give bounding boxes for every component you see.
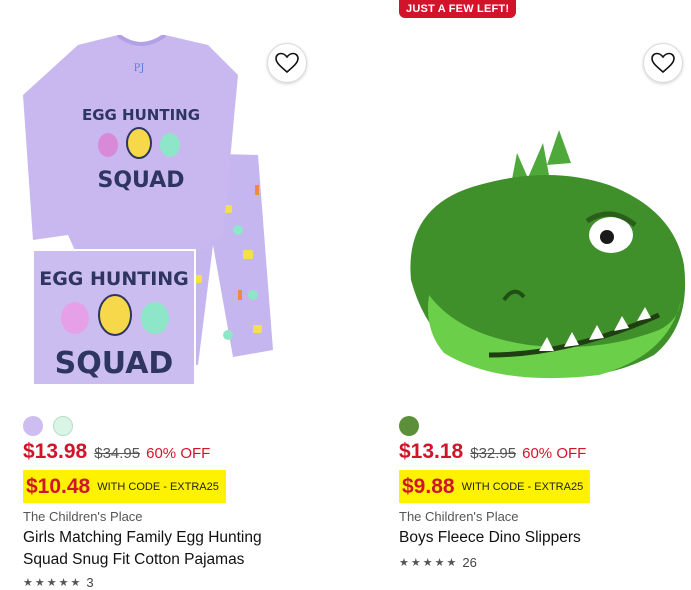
code-price: $10.48	[26, 474, 91, 498]
code-text: WITH CODE - EXTRA25	[97, 480, 219, 493]
star-icon: ★	[446, 556, 457, 569]
star-icon: ★	[70, 576, 81, 589]
star-icon: ★	[399, 556, 409, 569]
low-stock-badge: JUST A FEW LEFT!	[399, 0, 517, 18]
product-title[interactable]: Girls Matching Family Egg Hunting Squad …	[23, 527, 303, 571]
product-card[interactable]: JUST A FEW LEFT! $13.18 $32.95 60% OFF $…	[399, 0, 691, 585]
brand-name: The Children's Place	[399, 509, 519, 524]
star-icon: ★	[410, 556, 421, 569]
swatch-mint[interactable]	[53, 416, 73, 436]
favorite-button[interactable]	[643, 43, 683, 83]
product-image[interactable]: PJ EGG HUNTING SQUAD EGG HUNTING SQUAD	[23, 33, 313, 395]
rating: ★ ★ ★ ★ ★ 26	[399, 555, 477, 570]
discount-label: 60% OFF	[522, 445, 587, 462]
star-icon: ★	[422, 556, 433, 569]
product-title[interactable]: Boys Fleece Dino Slippers	[399, 527, 679, 549]
rating-count: 3	[86, 575, 94, 590]
star-icon: ★	[434, 556, 445, 569]
code-text: WITH CODE - EXTRA25	[461, 480, 584, 493]
sale-price: $13.18	[399, 440, 464, 463]
original-price: $32.95	[470, 445, 517, 462]
svg-text:PJ: PJ	[134, 63, 145, 74]
rating: ★ ★ ★ ★ ★ 3	[23, 575, 94, 590]
pajamas-illustration: PJ EGG HUNTING SQUAD EGG HUNTING SQUAD	[23, 33, 273, 386]
svg-text:EGG HUNTING: EGG HUNTING	[39, 268, 189, 290]
swatch-lavender[interactable]	[23, 416, 43, 436]
price-row: $13.98 $34.95 60% OFF	[23, 440, 210, 464]
color-swatches	[399, 416, 419, 436]
dino-slipper-illustration	[410, 130, 686, 379]
heart-outline-icon	[275, 52, 299, 74]
original-price: $34.95	[94, 445, 141, 462]
heart-outline-icon	[651, 52, 675, 74]
price-row: $13.18 $32.95 60% OFF	[399, 440, 586, 464]
favorite-button[interactable]	[267, 43, 307, 83]
promo-code-row: $9.88 WITH CODE - EXTRA25	[399, 470, 591, 503]
star-icon: ★	[58, 576, 69, 589]
product-card[interactable]: PJ EGG HUNTING SQUAD EGG HUNTING SQUAD $…	[23, 0, 323, 590]
brand-name: The Children's Place	[23, 509, 143, 524]
rating-count: 26	[462, 555, 477, 570]
svg-text:SQUAD: SQUAD	[55, 346, 174, 381]
star-icon: ★	[23, 576, 33, 589]
promo-code-row: $10.48 WITH CODE - EXTRA25	[23, 470, 226, 503]
star-icon: ★	[34, 576, 45, 589]
sale-price: $13.98	[23, 440, 88, 463]
star-icon: ★	[46, 576, 57, 589]
product-image[interactable]	[399, 35, 689, 395]
svg-text:EGG HUNTING: EGG HUNTING	[82, 106, 200, 124]
swatch-green[interactable]	[399, 416, 419, 436]
code-price: $9.88	[402, 474, 455, 498]
svg-text:SQUAD: SQUAD	[97, 168, 184, 193]
color-swatches	[23, 416, 73, 436]
discount-label: 60% OFF	[146, 445, 211, 462]
